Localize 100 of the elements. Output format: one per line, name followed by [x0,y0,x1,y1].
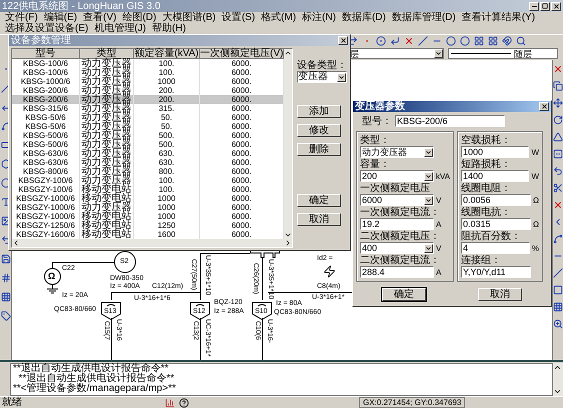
layer-dropdown[interactable]: 层 [348,48,444,59]
input-field[interactable]: 4 [461,242,530,254]
menu-item[interactable]: 设置(S) [218,12,258,23]
horizontal-scrollbar[interactable] [12,239,292,247]
field-label: 短路损耗： [461,159,512,170]
dropdown-field[interactable]: 动力变压器 [360,146,434,158]
menu-item[interactable]: 帮助(H) [149,23,189,34]
square-icon[interactable] [553,285,563,295]
zoom-icon[interactable] [553,319,563,329]
input-field[interactable]: 1400 [461,170,530,182]
input-field[interactable]: 0.0315 [461,218,531,230]
menu-item[interactable]: 文件(F) [2,12,41,23]
menu-item[interactable]: 数据库管理(D) [388,12,459,23]
minimize-button[interactable] [529,2,539,10]
menu-item[interactable]: 标注(N) [299,12,339,23]
undo-icon[interactable] [0,235,10,245]
triangle-icon[interactable] [553,132,563,142]
dialog-button[interactable]: 确定 [382,288,426,301]
target-icon[interactable] [376,36,386,46]
menu-item[interactable]: 查看(V) [80,12,120,23]
menu-item[interactable]: 绘图(D) [119,12,160,23]
dropdown-button[interactable] [434,49,443,58]
save-icon[interactable] [0,254,10,264]
grid-icon[interactable] [553,302,563,312]
circle-icon[interactable] [446,36,456,46]
grid-icon[interactable] [474,36,484,46]
input-field[interactable]: 288.4 [360,266,434,278]
cross-icon[interactable] [404,36,414,46]
column-header[interactable]: 类型 [80,49,134,59]
dropdown-field[interactable]: 变压器 [297,71,347,83]
dropdown-button[interactable] [337,72,346,82]
unit-label: Ω [533,196,539,204]
caret-icon [425,244,432,252]
menu-item[interactable]: 编辑(E) [40,12,80,23]
scroll-down-icon[interactable] [284,231,292,239]
scroll-up-icon[interactable] [553,363,562,372]
tag-icon[interactable] [0,311,10,321]
input-field[interactable]: 1000 [461,146,530,158]
chart-icon[interactable] [165,398,175,408]
help-icon[interactable] [179,398,189,408]
input-field[interactable]: 19.2 [360,218,434,230]
hash-icon[interactable] [0,273,10,283]
menu-item[interactable]: 查看计算结果(Y) [458,12,538,23]
input-field[interactable]: KBSG-200/6 [395,115,505,127]
linetype-dropdown[interactable]: 随层 [448,48,558,59]
delete-icon[interactable] [553,64,563,74]
search-icon[interactable] [516,36,526,46]
dialog-button[interactable]: 修改 [297,124,341,137]
dropdown-field[interactable]: 200 [360,170,434,182]
input-field[interactable]: 0.0056 [461,194,531,206]
close-button[interactable] [551,2,561,10]
column-header[interactable]: 型号 [12,49,80,59]
dialog-button[interactable]: 确定 [297,194,341,207]
polyline-icon[interactable] [390,36,400,46]
column-header[interactable]: 额定容量(kVA) [134,49,200,59]
dropdown-button[interactable] [424,172,433,180]
grid-icon[interactable] [0,292,10,302]
menu-item[interactable]: 机电管理(J) [91,23,150,34]
move-icon[interactable] [553,98,563,108]
dialog-button[interactable]: 删除 [297,143,341,156]
dropdown-field[interactable]: 400 [360,242,434,254]
scrollbar[interactable] [553,363,563,396]
field-label: 二次侧额定电流： [360,255,441,266]
copy-icon[interactable] [553,81,563,91]
magnet-icon[interactable] [502,36,512,46]
rotate-icon[interactable] [553,115,563,125]
dialog-button[interactable]: 添加 [297,105,341,118]
field-label: 线圈电阻： [461,183,512,194]
column-header[interactable]: 一次侧额定电压(V) [200,49,284,59]
curve-icon[interactable] [553,234,563,244]
slash-icon[interactable] [553,268,563,278]
menu-item[interactable]: 大模图谱(B) [159,12,219,23]
circle-icon[interactable] [460,36,470,46]
dialog-button[interactable]: 取消 [297,213,341,226]
scroll-left-icon[interactable] [12,239,20,247]
input-field[interactable]: Y,Y0/Y,d11 [461,266,531,278]
menu-item[interactable]: 数据库(D) [338,12,389,23]
dropdown-field[interactable]: 6000 [360,194,434,206]
scroll-right-icon[interactable] [284,239,292,247]
scroll-up-icon[interactable] [284,49,292,57]
menu-item[interactable]: 格式(M) [258,12,300,23]
menu-item[interactable]: 选择及设置设备(E) [2,23,92,34]
dropdown-button[interactable] [424,148,433,156]
grid-icon[interactable] [488,36,498,46]
vertical-scrollbar[interactable] [284,49,292,239]
undo-icon[interactable] [553,166,563,176]
scroll-down-icon[interactable] [553,387,562,396]
dropdown-button[interactable] [424,244,433,252]
curve-arrow-icon[interactable] [348,36,358,46]
line-icon[interactable] [418,36,428,46]
close-button[interactable] [338,36,348,45]
caret-icon [338,74,345,80]
dialog-button[interactable]: 取消 [478,288,522,301]
close-button[interactable] [539,102,549,111]
scissors-icon[interactable] [553,183,563,193]
dropdown-button[interactable] [424,196,433,204]
cross-icon[interactable] [553,200,563,210]
maximize-button[interactable] [540,2,550,10]
text-icon[interactable] [0,197,10,207]
table-row[interactable]: KBSG-200/6 动力变压器 200. 6000. [12,95,284,104]
